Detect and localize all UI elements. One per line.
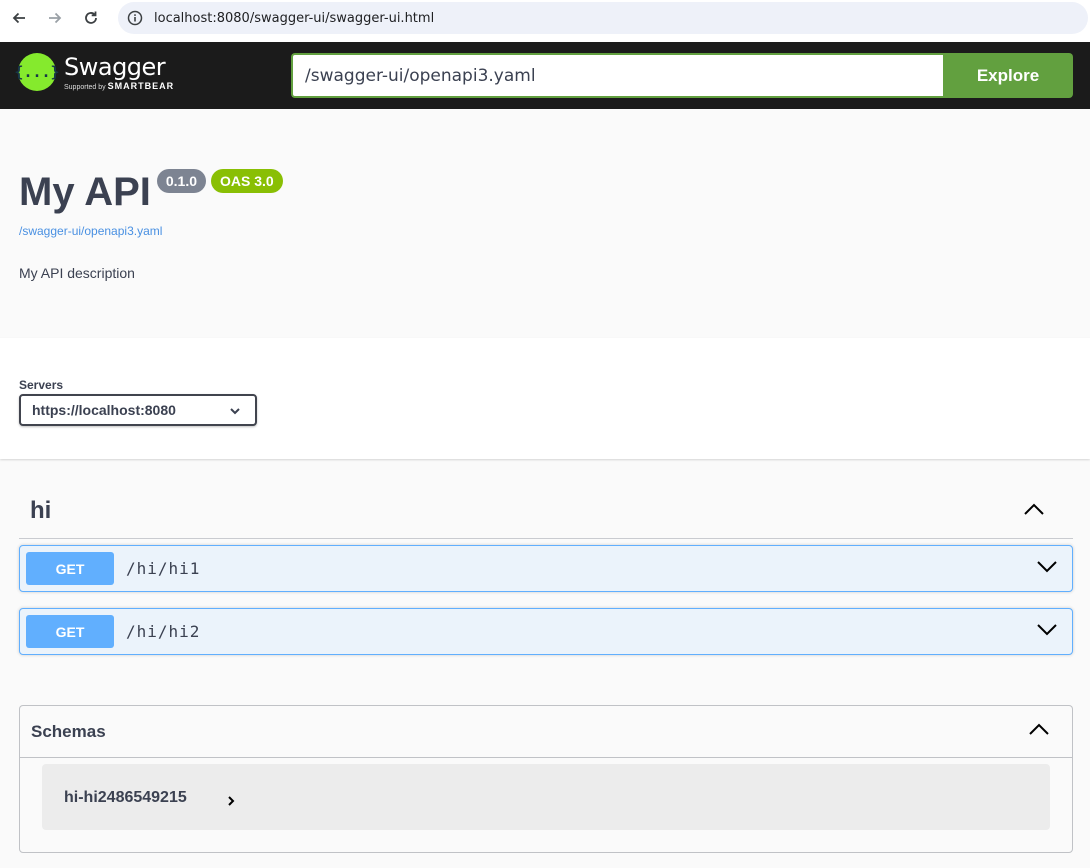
servers-label: Servers: [19, 378, 64, 392]
spec-link[interactable]: /swagger-ui/openapi3.yaml: [19, 224, 162, 238]
chevron-up-icon[interactable]: [1023, 502, 1045, 521]
model-name: hi-hi2486549215: [64, 789, 187, 806]
reload-icon[interactable]: [79, 6, 103, 30]
explore-form: /swagger-ui/openapi3.yaml Explore: [291, 53, 1073, 98]
operation-path: /hi/hi2: [126, 622, 201, 641]
chevron-down-icon[interactable]: [1036, 559, 1058, 578]
method-badge: GET: [26, 552, 114, 585]
chevron-up-icon[interactable]: [1028, 722, 1050, 741]
schemas-header[interactable]: Schemas: [20, 706, 1072, 758]
servers-select[interactable]: https://localhost:8080: [19, 394, 257, 426]
tag-section-header[interactable]: hi: [19, 486, 1073, 539]
info-icon[interactable]: [126, 9, 144, 27]
oas-badge: OAS 3.0: [211, 169, 283, 193]
forward-arrow-icon[interactable]: [43, 6, 67, 30]
api-info: My API 0.1.0 OAS 3.0 /swagger-ui/openapi…: [0, 109, 1090, 338]
servers-selected-value: https://localhost:8080: [32, 402, 176, 418]
chevron-down-icon[interactable]: [1036, 622, 1058, 641]
api-description: My API description: [19, 265, 135, 281]
operation-get-hi1[interactable]: GET /hi/hi1: [19, 545, 1073, 592]
swagger-logo-icon: {...}: [14, 53, 60, 91]
method-badge: GET: [26, 615, 114, 648]
page-title: My API: [19, 170, 151, 214]
operation-path: /hi/hi1: [126, 559, 201, 578]
version-badge: 0.1.0: [156, 169, 207, 193]
tag-name: hi: [30, 497, 52, 524]
schemas-title: Schemas: [31, 722, 106, 741]
logo-subtitle: Supported by SMARTBEAR: [64, 80, 175, 91]
chevron-down-icon: [229, 404, 241, 420]
address-bar[interactable]: localhost:8080/swagger-ui/swagger-ui.htm…: [118, 2, 1088, 34]
browser-toolbar: localhost:8080/swagger-ui/swagger-ui.htm…: [0, 0, 1090, 42]
servers-section: Servers https://localhost:8080: [0, 338, 1090, 459]
address-bar-url: localhost:8080/swagger-ui/swagger-ui.htm…: [154, 10, 435, 26]
spec-url-input[interactable]: /swagger-ui/openapi3.yaml: [291, 53, 943, 98]
operation-get-hi2[interactable]: GET /hi/hi2: [19, 608, 1073, 655]
explore-button[interactable]: Explore: [943, 53, 1073, 98]
model-item[interactable]: hi-hi2486549215: [42, 764, 1050, 830]
swagger-logo[interactable]: {...} Swagger Supported by SMARTBEAR: [14, 52, 175, 91]
swagger-topbar: {...} Swagger Supported by SMARTBEAR /sw…: [0, 42, 1090, 109]
back-arrow-icon[interactable]: [7, 6, 31, 30]
schemas-section: Schemas hi-hi2486549215: [19, 705, 1073, 853]
logo-title: Swagger: [64, 52, 166, 81]
chevron-right-icon[interactable]: [226, 794, 236, 812]
